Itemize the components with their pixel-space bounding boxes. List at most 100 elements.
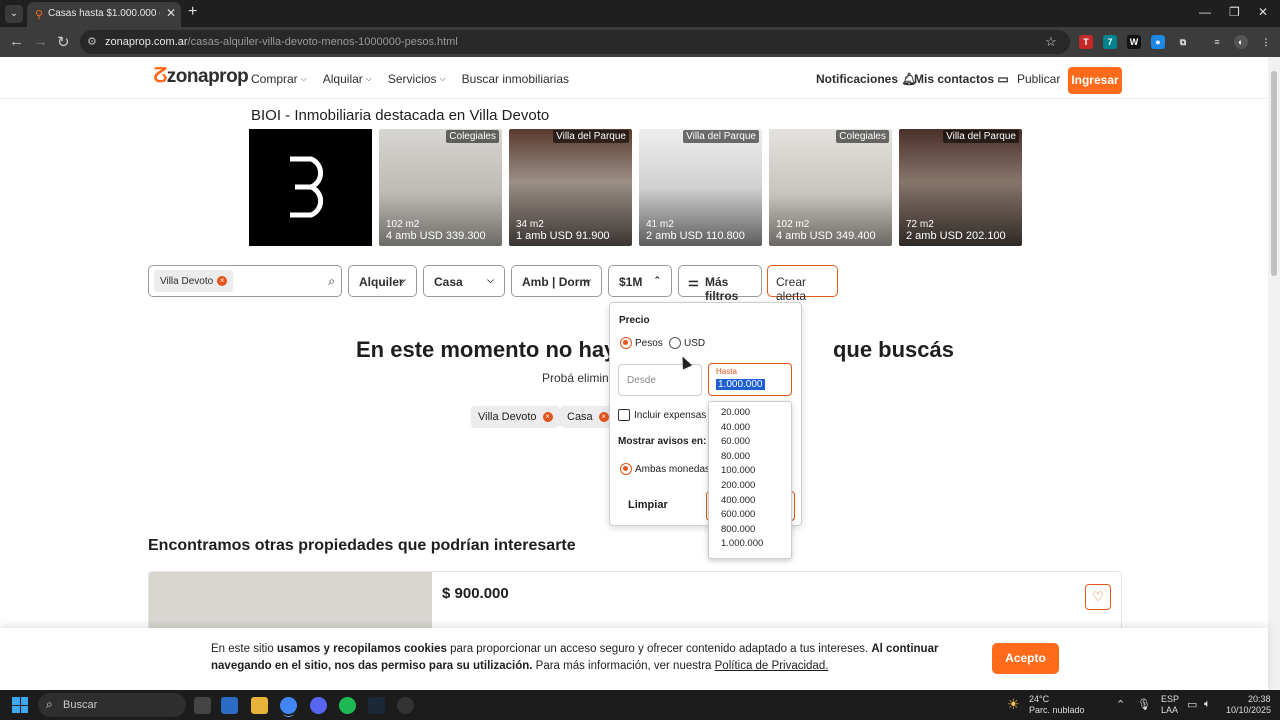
operation-label: Alquiler — [359, 275, 404, 289]
suggestion-option[interactable]: 60.000 — [709, 435, 791, 450]
back-icon[interactable]: ← — [9, 33, 24, 50]
location-chip[interactable]: Villa Devoto × — [154, 270, 234, 292]
privacy-policy-link[interactable]: Política de Privacidad. — [715, 660, 829, 672]
accept-cookies-button[interactable]: Acepto — [992, 643, 1059, 674]
property-type-dropdown[interactable]: Casa ⌵ — [423, 265, 505, 297]
price-from-input[interactable]: Desde — [618, 364, 702, 396]
chrome-taskbar-icon[interactable] — [280, 697, 297, 714]
pesos-radio[interactable] — [620, 337, 632, 349]
file-explorer-icon[interactable] — [251, 697, 268, 714]
restore-icon[interactable]: ❐ — [1229, 5, 1240, 19]
reload-icon[interactable]: ↻ — [57, 33, 70, 51]
more-filters-button[interactable]: ⚌ Más filtros — [678, 265, 762, 303]
app-icon[interactable] — [221, 697, 238, 714]
mis-contactos-link[interactable]: Mis contactos ▭ — [914, 72, 1009, 86]
search-icon[interactable]: ⌕ — [328, 274, 335, 289]
card-location-tag: Colegiales — [446, 130, 499, 143]
ingresar-button[interactable]: Ingresar — [1068, 67, 1122, 94]
price-to-input[interactable]: Hasta 1.000.000 — [708, 363, 792, 396]
featured-card[interactable]: Villa del Parque 41 m2 2 amb USD 110.800 — [639, 129, 762, 246]
agency-logo[interactable] — [249, 129, 372, 246]
reading-list-icon[interactable]: ≡ — [1210, 35, 1224, 49]
app-icon[interactable] — [397, 697, 414, 714]
volume-icon[interactable]: 🔈︎ — [1204, 698, 1211, 711]
suggestion-option[interactable]: 800.000 — [709, 523, 791, 538]
forward-icon[interactable]: → — [33, 33, 48, 50]
remove-filter-icon[interactable]: × — [542, 412, 553, 422]
suggestion-option[interactable]: 400.000 — [709, 494, 791, 509]
window-close-icon[interactable]: ✕ — [1258, 5, 1268, 19]
tray-chevron-up-icon[interactable]: ⌃ — [1116, 698, 1125, 711]
tab-close-icon[interactable]: ✕ — [166, 6, 176, 20]
language-layout[interactable]: LAA — [1161, 705, 1178, 715]
weather-temp[interactable]: 24°C — [1029, 694, 1049, 704]
site-info-icon[interactable]: ⚙ — [87, 35, 97, 48]
both-currencies-radio[interactable] — [620, 463, 632, 475]
extension-icon[interactable]: T — [1079, 35, 1093, 49]
active-filter-pill[interactable]: Villa Devoto × — [471, 406, 560, 428]
featured-card[interactable]: Colegiales 102 m2 4 amb USD 349.400 — [769, 129, 892, 246]
publicar-link[interactable]: Publicar — [1017, 72, 1060, 86]
notificaciones-link[interactable]: Notificaciones 🔔︎ — [816, 72, 917, 86]
spotify-icon[interactable] — [339, 697, 356, 714]
usd-radio[interactable] — [669, 337, 681, 349]
taskbar-search[interactable]: ⌕ Buscar — [38, 693, 186, 717]
suggestion-option[interactable]: 40.000 — [709, 421, 791, 436]
steam-icon[interactable] — [368, 697, 385, 714]
suggestion-option[interactable]: 600.000 — [709, 508, 791, 523]
favorite-heart-icon[interactable]: ♡ — [1085, 584, 1111, 610]
price-dropdown[interactable]: $1M ⌃ — [608, 265, 672, 297]
remove-chip-icon[interactable]: × — [217, 276, 228, 286]
suggestion-option[interactable]: 80.000 — [709, 450, 791, 465]
weather-icon[interactable]: ☀ — [1007, 696, 1020, 713]
profile-avatar[interactable]: ◐ — [1234, 35, 1248, 49]
suggestion-option[interactable]: 20.000 — [709, 406, 791, 421]
chrome-menu-icon[interactable]: ⋮ — [1259, 35, 1273, 49]
create-alert-button[interactable]: Crear alerta — [767, 265, 838, 303]
tab-search-button[interactable]: ⌄ — [5, 5, 23, 23]
microphone-icon[interactable]: 🎙︎ — [1137, 698, 1151, 711]
featured-card[interactable]: Villa del Parque 34 m2 1 amb USD 91.900 — [509, 129, 632, 246]
suggestion-option[interactable]: 200.000 — [709, 479, 791, 494]
extensions-puzzle-icon[interactable]: ⧉ — [1176, 35, 1190, 49]
page-scrollbar[interactable] — [1268, 57, 1280, 690]
suggestion-option[interactable]: 100.000 — [709, 464, 791, 479]
browser-tab-bar: ⌄ ⚲ Casas hasta $1.000.000 en alqu ✕ + —… — [0, 0, 1280, 27]
operation-dropdown[interactable]: Alquiler ⌵ — [348, 265, 417, 297]
discord-icon[interactable] — [310, 697, 327, 714]
featured-card[interactable]: Colegiales 102 m2 4 amb USD 339.300 — [379, 129, 502, 246]
clock-time[interactable]: 20:38 — [1248, 694, 1271, 704]
browser-tab[interactable]: ⚲ Casas hasta $1.000.000 en alqu ✕ — [27, 2, 181, 27]
nav-comprar[interactable]: Comprar ⌵ — [251, 72, 307, 86]
card-area: 41 m2 — [646, 219, 674, 230]
nav-alquilar[interactable]: Alquilar ⌵ — [323, 72, 372, 86]
rooms-dropdown[interactable]: Amb | Dorm ⌵ — [511, 265, 602, 297]
network-icon[interactable]: ▭ — [1187, 698, 1197, 711]
extension-icon[interactable]: W — [1127, 35, 1141, 49]
task-view-icon[interactable] — [194, 697, 211, 714]
featured-card[interactable]: Villa del Parque 72 m2 2 amb USD 202.100 — [899, 129, 1022, 246]
bioi-logo-icon — [290, 156, 324, 218]
language-code[interactable]: ESP — [1161, 694, 1179, 704]
zonaprop-logo[interactable]: ⵒzonaprop — [153, 65, 249, 88]
featured-agency-title[interactable]: BIOI - Inmobiliaria destacada en Villa D… — [251, 107, 549, 124]
extension-icon[interactable]: ● — [1151, 35, 1165, 49]
scrollbar-thumb[interactable] — [1271, 71, 1277, 276]
new-tab-icon[interactable]: + — [188, 3, 197, 21]
location-search-input[interactable]: Villa Devoto × ⌕ — [148, 265, 342, 297]
windows-start-icon[interactable] — [12, 697, 28, 713]
nav-buscar-inmobiliarias[interactable]: Buscar inmobiliarias — [462, 72, 569, 86]
weather-desc[interactable]: Parc. nublado — [1029, 705, 1085, 715]
omnibox[interactable]: ⚙ zonaprop.com.ar/casas-alquiler-villa-d… — [80, 30, 1070, 54]
include-expensas-label: Incluir expensas al — [634, 410, 717, 421]
clock-date[interactable]: 10/10/2025 — [1226, 705, 1271, 715]
clear-price-button[interactable]: Limpiar — [628, 499, 668, 511]
remove-filter-icon[interactable]: × — [598, 412, 609, 422]
nav-servicios[interactable]: Servicios ⌵ — [388, 72, 446, 86]
bookmark-star-icon[interactable]: ☆ — [1045, 34, 1057, 50]
suggestion-option[interactable]: 1.000.000 — [709, 537, 791, 552]
extension-icon[interactable]: 7 — [1103, 35, 1117, 49]
active-filter-pill[interactable]: Casa × — [560, 406, 616, 428]
minimize-icon[interactable]: — — [1199, 5, 1211, 19]
include-expensas-checkbox[interactable] — [618, 409, 630, 421]
